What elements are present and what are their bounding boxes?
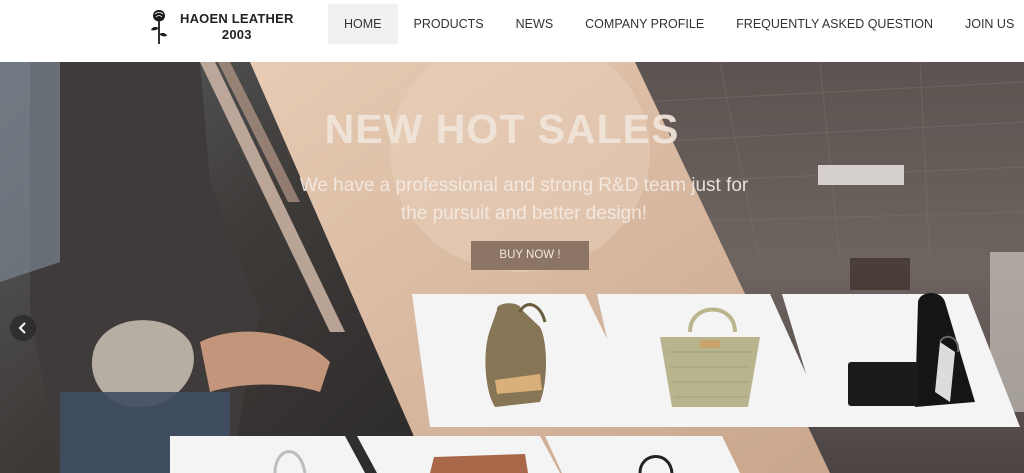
nav-faq[interactable]: FREQUENTLY ASKED QUESTION — [720, 4, 949, 44]
hero-subtitle: We have a professional and strong R&D te… — [299, 175, 749, 224]
buy-now-button[interactable]: BUY NOW ! — [471, 241, 589, 270]
black-bag-image[interactable] — [545, 436, 740, 473]
white-bag-image[interactable] — [170, 436, 365, 473]
nav-join-us[interactable]: JOIN US — [949, 4, 1024, 44]
hero-banner: NEW HOT SALES We have a professional and… — [0, 62, 1024, 473]
logo[interactable]: HAOEN LEATHER 2003 — [146, 8, 294, 46]
nav-news[interactable]: NEWS — [500, 4, 570, 44]
brown-bag-image[interactable] — [357, 436, 560, 473]
brand-name-line2: 2003 — [221, 27, 252, 42]
nav-home[interactable]: HOME — [328, 4, 398, 44]
carousel-prev-button[interactable] — [10, 315, 36, 341]
main-nav: HOME PRODUCTS NEWS COMPANY PROFILE FREQU… — [328, 4, 1024, 44]
chevron-left-icon — [18, 322, 26, 334]
brand-name: HAOEN LEATHER 2003 — [180, 11, 294, 43]
nav-company-profile[interactable]: COMPANY PROFILE — [569, 4, 720, 44]
nav-products[interactable]: PRODUCTS — [398, 4, 500, 44]
hero-title: NEW HOT SALES — [324, 106, 680, 152]
brand-name-line1: HAOEN LEATHER — [180, 11, 294, 26]
site-header: HAOEN LEATHER 2003 HOME PRODUCTS NEWS CO… — [0, 0, 1024, 62]
rose-icon — [151, 10, 167, 44]
